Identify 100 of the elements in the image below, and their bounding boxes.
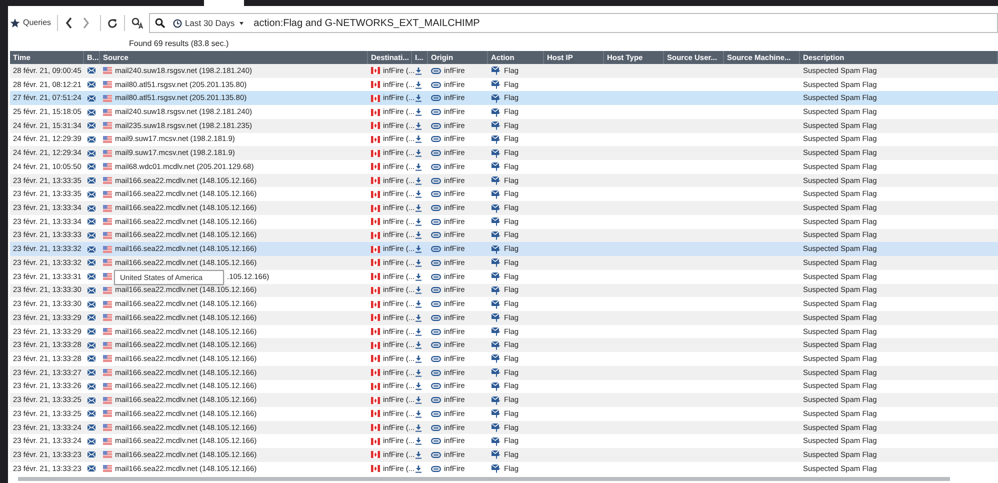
gateway-icon (431, 122, 441, 129)
gateway-icon (431, 150, 441, 156)
download-icon (415, 272, 422, 281)
clock-icon (173, 18, 182, 28)
us-flag-icon (103, 204, 112, 212)
canada-flag-icon (371, 204, 380, 212)
caret-icon (238, 20, 245, 26)
horizontal-scrollbar[interactable] (18, 476, 950, 481)
us-flag-icon (103, 382, 112, 390)
flagged-envelope-icon (491, 286, 501, 295)
us-flag-icon (103, 163, 112, 170)
us-flag-icon (103, 451, 112, 458)
download-icon (415, 135, 422, 144)
canada-flag-icon (371, 424, 380, 432)
envelope-icon (87, 246, 96, 253)
search-field[interactable]: Last 30 Days action:Flag and G-NETWORKS_EXT_MAILCHIMP (149, 13, 998, 33)
us-flag-icon (103, 232, 112, 239)
gateway-icon (431, 438, 441, 444)
download-icon (415, 314, 422, 322)
envelope-icon (87, 218, 96, 226)
flagged-envelope-icon (491, 327, 501, 336)
download-icon (415, 258, 422, 267)
gateway-icon (431, 246, 441, 252)
download-icon (415, 341, 422, 350)
envelope-icon (87, 94, 96, 102)
flagged-envelope-icon (491, 108, 501, 117)
download-icon (415, 80, 422, 89)
us-flag-icon (103, 81, 112, 88)
gateway-icon (431, 397, 441, 404)
us-flag-icon (103, 314, 112, 322)
flagged-envelope-icon (491, 217, 501, 226)
envelope-icon (87, 438, 96, 445)
download-icon (415, 218, 422, 226)
gateway-icon (431, 370, 441, 376)
envelope-icon (87, 108, 96, 116)
canada-flag-icon (371, 108, 380, 116)
flagged-envelope-icon (491, 409, 501, 418)
flagged-envelope-icon (491, 313, 501, 322)
canada-flag-icon (371, 451, 380, 458)
us-flag-icon (103, 136, 112, 143)
us-flag-icon (103, 355, 112, 362)
envelope-icon (87, 314, 96, 322)
flagged-envelope-icon (491, 464, 501, 474)
flagged-envelope-icon (491, 258, 501, 268)
flagged-envelope-icon (491, 436, 501, 446)
flagged-envelope-icon (491, 66, 501, 76)
us-flag-icon (103, 122, 112, 130)
envelope-icon (87, 286, 96, 294)
envelope-icon (87, 382, 96, 390)
flagged-envelope-icon (491, 190, 501, 199)
gateway-icon (431, 410, 441, 417)
us-flag-icon (103, 342, 112, 349)
canada-flag-icon (371, 328, 380, 336)
time-range-dropdown[interactable]: Last 30 Days (173, 16, 245, 30)
flagged-envelope-icon (491, 148, 501, 158)
us-flag-icon (103, 410, 112, 418)
envelope-icon (87, 451, 96, 458)
envelope-icon (87, 424, 96, 432)
us-flag-icon (103, 218, 112, 226)
canada-flag-icon (371, 150, 380, 157)
download-icon (415, 149, 422, 158)
flagged-envelope-icon (491, 423, 501, 432)
flagged-envelope-icon (491, 354, 501, 364)
us-flag-icon (103, 424, 112, 432)
canada-flag-icon (371, 300, 380, 308)
envelope-icon (87, 465, 96, 472)
us-flag-icon (103, 94, 112, 102)
us-flag-icon (103, 465, 112, 472)
gateway-icon (431, 136, 441, 142)
us-flag-icon (103, 300, 112, 308)
us-flag-icon (103, 328, 112, 336)
download-icon (415, 108, 422, 116)
gateway-icon (431, 205, 441, 212)
envelope-icon (87, 81, 96, 88)
envelope-icon (87, 300, 96, 308)
download-icon (415, 245, 422, 254)
us-flag-icon (103, 246, 112, 253)
queries-button[interactable]: Queries (8, 17, 54, 29)
download-icon (415, 328, 422, 336)
canada-flag-icon (371, 382, 380, 390)
us-flag-icon (103, 150, 112, 157)
download-icon (415, 231, 422, 240)
flagged-envelope-icon (491, 94, 501, 103)
download-icon (415, 464, 422, 473)
clear-search-button[interactable] (129, 17, 146, 29)
download-icon (415, 437, 422, 446)
canada-flag-icon (371, 438, 380, 445)
canada-flag-icon (371, 410, 380, 418)
us-flag-icon (103, 396, 112, 404)
download-icon (415, 66, 422, 75)
download-icon (415, 286, 422, 294)
flagged-envelope-icon (491, 244, 501, 254)
gateway-icon (431, 274, 441, 280)
canada-flag-icon (371, 218, 380, 226)
download-icon (415, 410, 422, 418)
canada-flag-icon (371, 67, 380, 74)
us-flag-icon (103, 369, 112, 376)
us-flag-icon (103, 259, 112, 266)
envelope-icon (87, 396, 96, 404)
download-icon (415, 162, 422, 171)
